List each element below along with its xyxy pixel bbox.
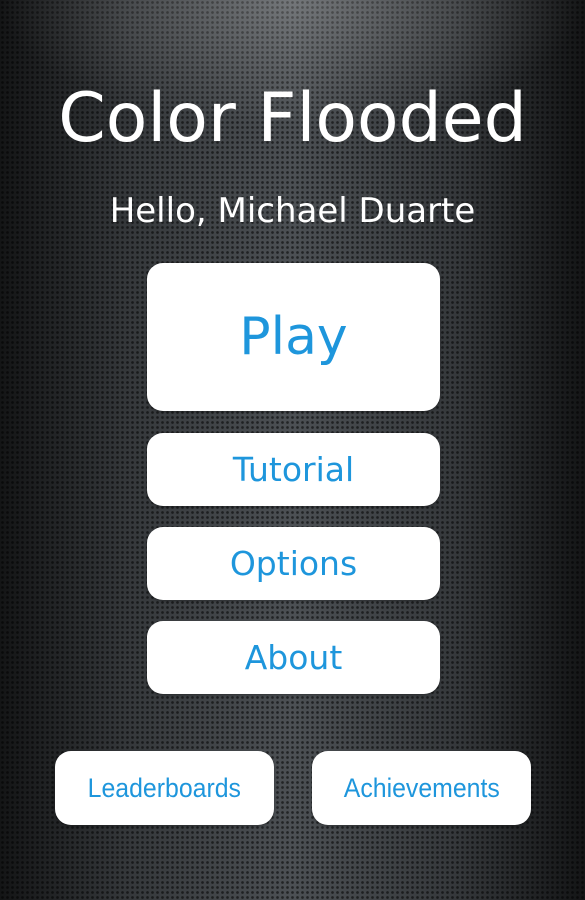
greeting-text: Hello, Michael Duarte <box>109 191 476 231</box>
options-button-label: Options <box>229 544 358 583</box>
tutorial-button[interactable]: Tutorial <box>147 433 440 506</box>
about-button[interactable]: About <box>147 621 440 694</box>
options-button[interactable]: Options <box>147 527 440 600</box>
leaderboards-button[interactable]: Leaderboards <box>55 751 274 825</box>
main-menu-screen: Color Flooded Hello, Michael Duarte Play… <box>0 0 585 900</box>
achievements-button-label: Achievements <box>343 772 500 803</box>
play-button-label: Play <box>239 307 348 367</box>
leaderboards-button-label: Leaderboards <box>87 772 242 803</box>
play-button[interactable]: Play <box>147 263 440 411</box>
tutorial-button-label: Tutorial <box>232 450 355 489</box>
app-title: Color Flooded <box>58 79 527 158</box>
about-button-label: About <box>244 638 343 677</box>
achievements-button[interactable]: Achievements <box>312 751 531 825</box>
